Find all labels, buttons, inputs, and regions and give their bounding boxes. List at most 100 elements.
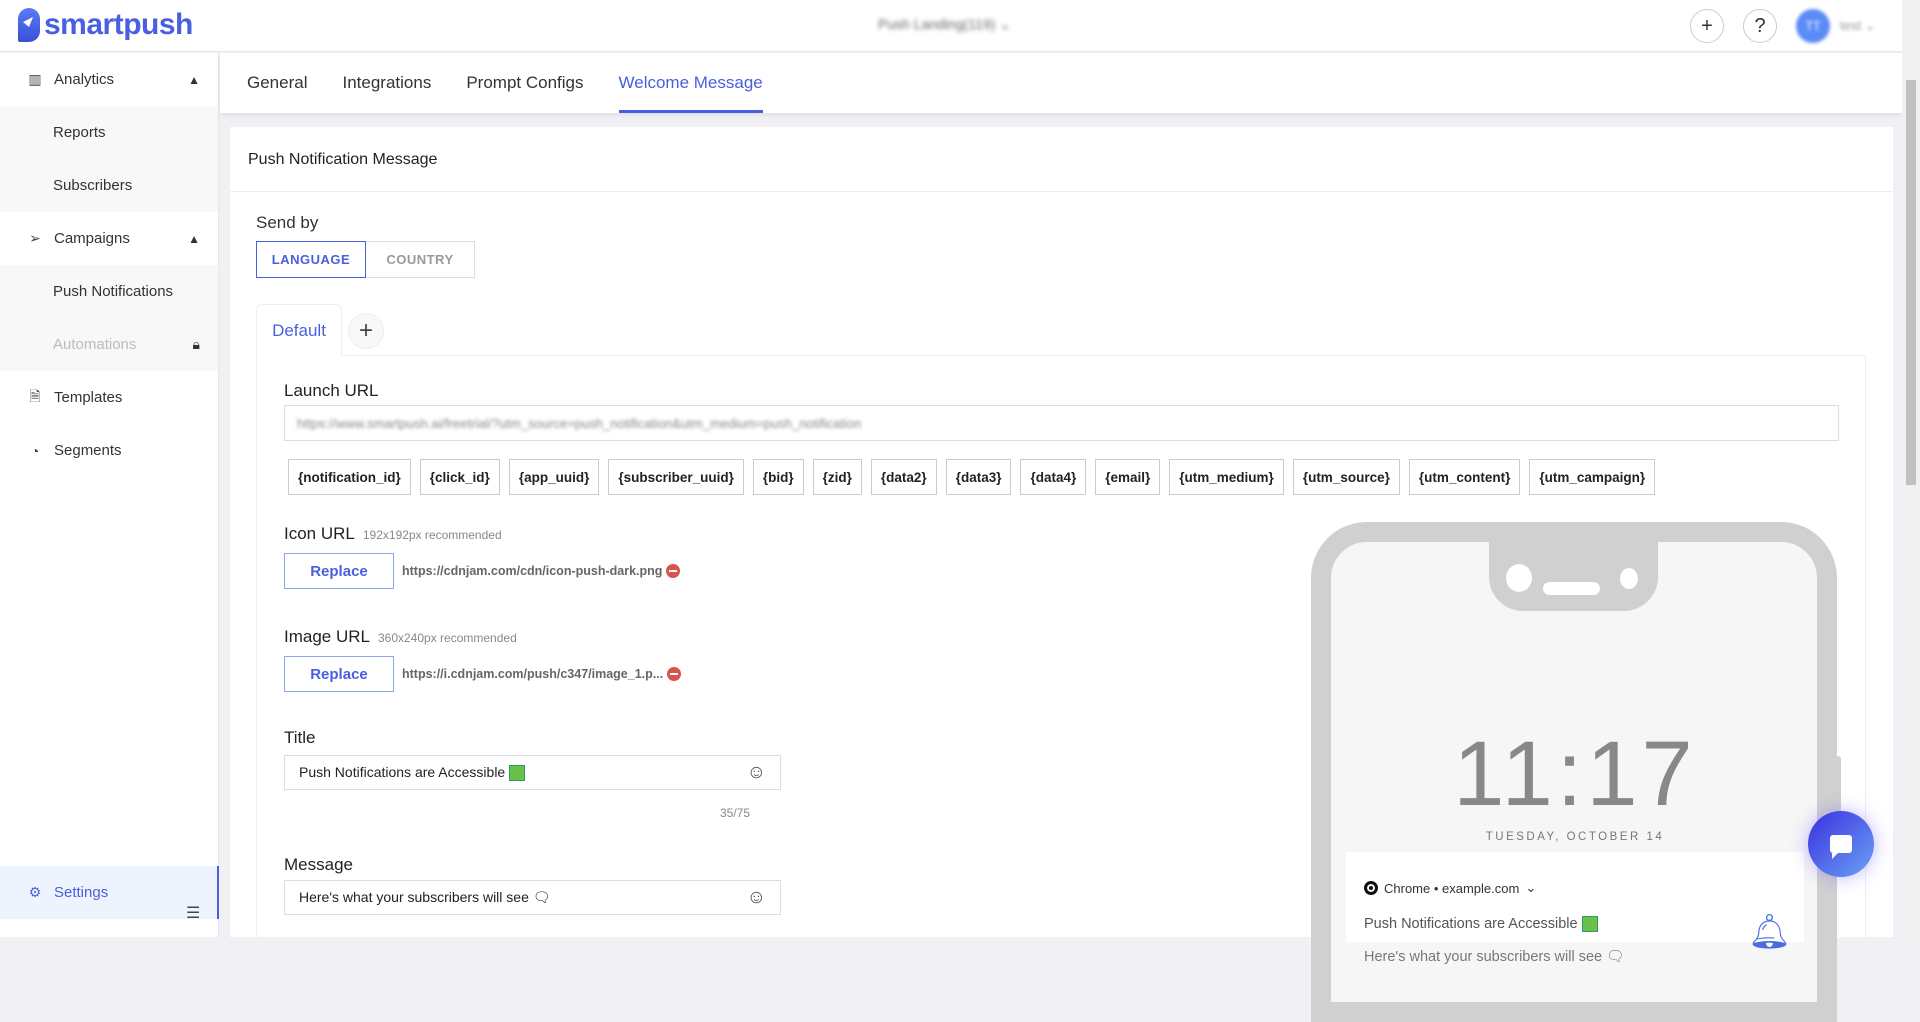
image-url-label: Image URL 360x240px recommended: [284, 627, 517, 647]
notification-title: Push Notifications are Accessible: [1364, 916, 1598, 933]
tab-general[interactable]: General: [247, 53, 307, 113]
emoji-picker-icon[interactable]: ☺: [747, 762, 766, 784]
sidebar-item-reports[interactable]: Reports: [0, 106, 218, 159]
plus-icon: +: [1701, 14, 1713, 37]
image-url-value: https://i.cdnjam.com/push/c347/image_1.p…: [402, 667, 682, 681]
sidebar-item-label: Settings: [54, 884, 109, 901]
image-url-hint: 360x240px recommended: [377, 631, 517, 645]
replace-image-button[interactable]: Replace: [284, 656, 394, 692]
placeholder-chip[interactable]: {app_uuid}: [508, 459, 600, 495]
help-button[interactable]: ?: [1743, 9, 1777, 43]
tab-default[interactable]: Default: [256, 304, 342, 356]
chevron-down-icon: ⌄: [1525, 880, 1537, 895]
sidebar-item-automations[interactable]: Automations 🔒︎: [0, 318, 218, 371]
placeholder-chip[interactable]: {bid}: [752, 459, 804, 495]
title-input[interactable]: Push Notifications are Accessible ☺: [284, 755, 781, 790]
speaker-icon: [1543, 582, 1600, 595]
chevron-up-icon: ▲: [188, 72, 200, 87]
source-text: Chrome • example.com: [1384, 880, 1520, 896]
add-language-button[interactable]: +: [348, 313, 384, 349]
placeholder-chip[interactable]: {notification_id}: [288, 459, 411, 495]
file-icon: 🗎: [29, 387, 41, 404]
message-input[interactable]: Here's what your subscribers will see 🗨︎…: [284, 880, 781, 915]
sidebar-item-analytics[interactable]: ▥ Analytics ▲: [0, 53, 218, 106]
icon-url-label: Icon URL 192x192px recommended: [284, 524, 502, 544]
placeholder-chip[interactable]: {email}: [1095, 459, 1161, 495]
title-value: Push Notifications are Accessible: [299, 763, 506, 780]
divider: [230, 191, 1893, 192]
brand-name: smartpush: [44, 8, 193, 41]
send-by-label: Send by: [256, 213, 319, 232]
placeholder-chip[interactable]: {click_id}: [419, 459, 500, 495]
lock-icon: 🔒︎: [192, 336, 200, 352]
sidebar-item-templates[interactable]: 🗎 Templates: [0, 371, 218, 424]
plus-icon: +: [358, 317, 373, 344]
sidebar: ▥ Analytics ▲ Reports Subscribers ➢ Campaig…: [0, 53, 219, 937]
send-icon: ➢: [29, 230, 41, 246]
sidebar-item-label: Campaigns: [54, 230, 130, 247]
placeholder-chip[interactable]: {utm_medium}: [1169, 459, 1284, 495]
preview-time: 11:17: [1453, 723, 1697, 825]
gear-icon: ⚙: [28, 884, 42, 900]
message-label: Message: [284, 855, 353, 874]
sidebar-item-label: Segments: [54, 442, 122, 459]
user-name: test: [1840, 18, 1861, 33]
chat-icon: [1830, 835, 1852, 859]
title-char-counter: 35/75: [720, 806, 751, 820]
message-value: Here's what your subscribers will see: [299, 889, 529, 905]
placeholder-chip[interactable]: {utm_campaign}: [1529, 459, 1656, 495]
replace-icon-button[interactable]: Replace: [284, 553, 394, 589]
tab-prompt-configs[interactable]: Prompt Configs: [466, 53, 583, 113]
emoji-picker-icon[interactable]: ☺: [747, 887, 766, 909]
user-menu[interactable]: test ⌄: [1840, 18, 1875, 34]
placeholder-chip[interactable]: {data3}: [945, 459, 1012, 495]
chat-widget-button[interactable]: [1808, 811, 1874, 877]
speech-bubble-icon: 🗨︎: [532, 889, 551, 905]
notification-title-text: Push Notifications are Accessible: [1364, 916, 1578, 932]
notification-source: Chrome • example.com ⌄: [1364, 880, 1536, 896]
check-emoji-icon: [509, 765, 526, 782]
placeholder-chip[interactable]: {utm_content}: [1408, 459, 1521, 495]
logo-icon: [18, 8, 40, 42]
sensor-icon: [1620, 568, 1638, 589]
sidebar-item-label: Push Notifications: [53, 283, 174, 300]
settings-tabs: General Integrations Prompt Configs Welc…: [220, 53, 1902, 113]
sidebar-item-subscribers[interactable]: Subscribers: [0, 159, 218, 212]
sidebar-item-push-notifications[interactable]: Push Notifications: [0, 265, 218, 318]
notification-message-text: Here's what your subscribers will see: [1364, 949, 1603, 965]
remove-icon[interactable]: [666, 564, 681, 578]
icon-url-text[interactable]: https://cdnjam.com/cdn/icon-push-dark.pn…: [402, 564, 662, 578]
country-toggle[interactable]: COUNTRY: [366, 241, 475, 278]
sidebar-item-label: Subscribers: [53, 177, 133, 194]
sidebar-item-label: Automations: [53, 336, 137, 353]
check-emoji-icon: [1581, 916, 1598, 933]
placeholder-chip[interactable]: {data4}: [1020, 459, 1087, 495]
language-toggle[interactable]: LANGUAGE: [256, 241, 366, 278]
project-selector[interactable]: Push Landing(119) ⌄: [878, 16, 1011, 33]
placeholder-chip[interactable]: {utm_source}: [1292, 459, 1400, 495]
logo[interactable]: smartpush: [18, 8, 193, 42]
launch-url-input[interactable]: https://www.smartpush.ai/freetrial/?utm_…: [284, 405, 1839, 441]
bar-chart-icon: ▥: [28, 71, 42, 87]
placeholder-chips: {notification_id} {click_id} {app_uuid} {su…: [288, 459, 1656, 495]
sidebar-item-segments[interactable]: ◔ Segments: [0, 424, 218, 477]
avatar[interactable]: TT: [1796, 9, 1830, 43]
tab-integrations[interactable]: Integrations: [342, 53, 431, 113]
placeholder-chip[interactable]: {zid}: [812, 459, 862, 495]
add-button[interactable]: +: [1690, 9, 1724, 43]
tab-welcome-message[interactable]: Welcome Message: [618, 53, 763, 113]
image-url-label-text: Image URL: [284, 627, 370, 646]
chevron-up-icon: ▲: [188, 231, 200, 246]
placeholder-chip[interactable]: {subscriber_uuid}: [608, 459, 744, 495]
project-name: Push Landing(119): [878, 16, 996, 32]
collapse-sidebar-icon[interactable]: ☰: [186, 903, 200, 923]
image-url-text[interactable]: https://i.cdnjam.com/push/c347/image_1.p…: [402, 667, 663, 681]
placeholder-chip[interactable]: {data2}: [870, 459, 937, 495]
scrollbar-thumb[interactable]: [1906, 80, 1916, 485]
pie-icon: ◔: [30, 442, 40, 459]
sidebar-item-campaigns[interactable]: ➢ Campaigns ▲: [0, 212, 218, 265]
remove-icon[interactable]: [667, 667, 682, 681]
help-icon: ?: [1754, 14, 1766, 37]
sidebar-item-label: Templates: [54, 389, 123, 406]
bell-icon: 🔔︎: [1748, 913, 1792, 951]
